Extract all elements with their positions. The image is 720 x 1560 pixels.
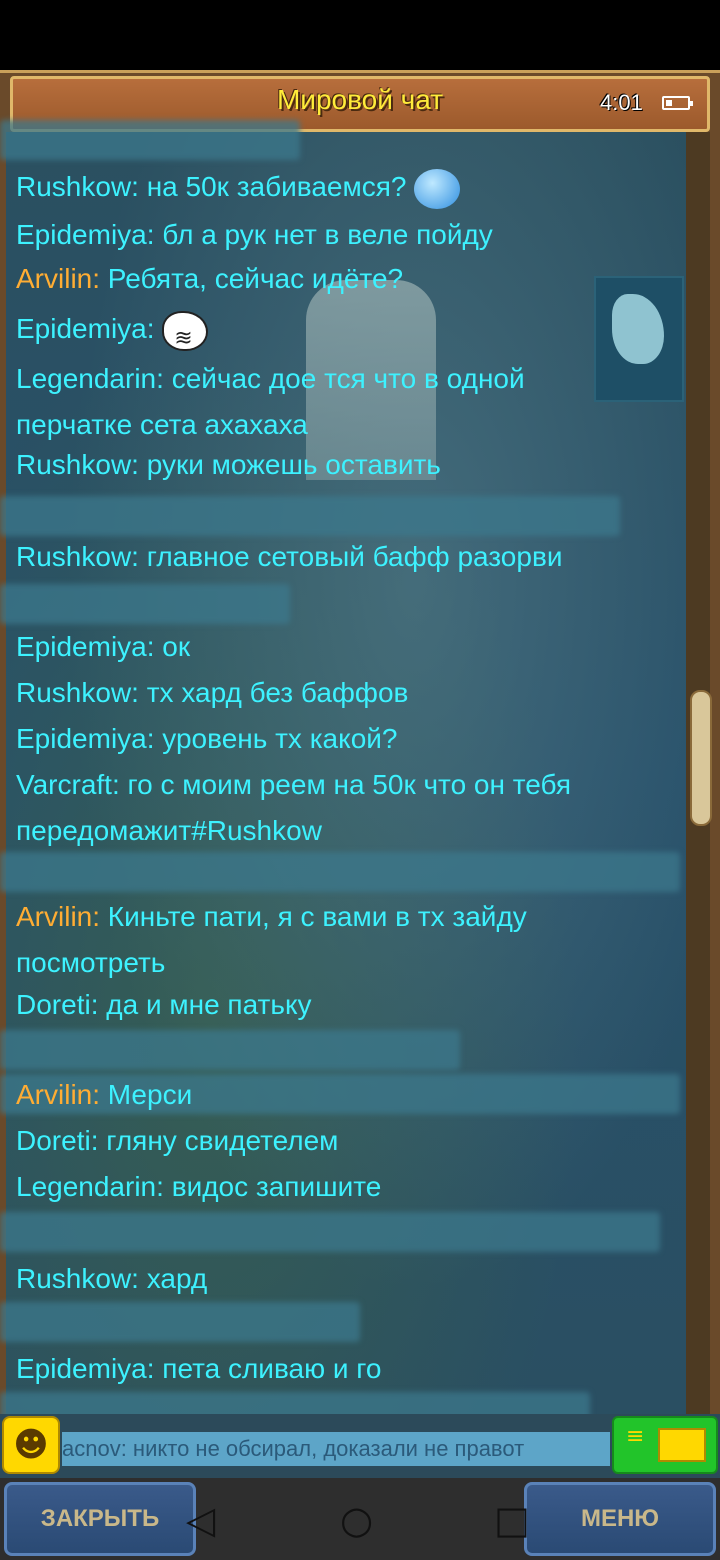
- chat-message[interactable]: Doreti: да и мне патьку: [16, 982, 616, 1028]
- chat-message[interactable]: Arvilin: Киньте пати, я с вами в тх зайд…: [16, 894, 616, 986]
- message-nick[interactable]: Rushkow:: [16, 677, 139, 708]
- chat-message[interactable]: Varcraft: го с моим реем на 50к что он т…: [16, 762, 616, 854]
- chat-message[interactable]: Doreti: гляну свидетелем: [16, 1118, 616, 1164]
- message-nick[interactable]: Arvilin:: [16, 263, 100, 294]
- blurred-line: [0, 584, 290, 624]
- chat-message[interactable]: Epidemiya:: [16, 306, 616, 361]
- message-text: уровень тх какой?: [162, 723, 398, 754]
- close-button[interactable]: ЗАКРЫТЬ: [4, 1482, 196, 1556]
- send-mail-button[interactable]: ≡: [612, 1416, 718, 1474]
- message-text: тх хард без баффов: [146, 677, 409, 708]
- message-text: руки можешь оставить: [146, 449, 441, 480]
- chat-message[interactable]: Rushkow: хард: [16, 1256, 616, 1302]
- chat-message[interactable]: Arvilin: Ребята, сейчас идёте?: [16, 256, 616, 302]
- chat-message[interactable]: Rushkow: на 50к забиваемся?: [16, 164, 616, 210]
- chat-input-field[interactable]: acnov: никто не обсирал, доказали не пра…: [62, 1432, 610, 1466]
- message-nick[interactable]: Legendarin:: [16, 1171, 164, 1202]
- chat-message[interactable]: Arvilin: Мерси: [16, 1072, 616, 1118]
- speed-lines-icon: ≡: [626, 1424, 645, 1449]
- blurred-line: [0, 852, 680, 892]
- message-text: на 50к забиваемся?: [146, 171, 407, 202]
- envelope-icon: [658, 1428, 706, 1462]
- menu-button[interactable]: МЕНЮ: [524, 1482, 716, 1556]
- smiley-emoji-button[interactable]: ☻: [2, 1416, 60, 1474]
- message-nick[interactable]: Rushkow:: [16, 171, 139, 202]
- scrollbar-thumb[interactable]: [690, 690, 712, 826]
- chat-message[interactable]: Legendarin: видос запишите: [16, 1164, 616, 1210]
- recent-apps-nav-icon[interactable]: □: [494, 1500, 530, 1540]
- message-nick[interactable]: Epidemiya:: [16, 1353, 155, 1384]
- message-text: пета сливаю и го: [162, 1353, 382, 1384]
- message-text: Мерси: [107, 1079, 193, 1110]
- message-text: хард: [146, 1263, 208, 1294]
- bubble-emoji-icon: [414, 168, 461, 209]
- message-text: бл а рук нет в веле пойду: [162, 219, 493, 250]
- chat-message[interactable]: Epidemiya: пета сливаю и го: [16, 1346, 616, 1392]
- message-nick[interactable]: Rushkow:: [16, 1263, 139, 1294]
- message-nick[interactable]: Rushkow:: [16, 449, 139, 480]
- status-clock: 4:01: [600, 90, 643, 115]
- message-nick[interactable]: Epidemiya:: [16, 723, 155, 754]
- chat-message[interactable]: Epidemiya: уровень тх какой?: [16, 716, 616, 762]
- message-nick[interactable]: Rushkow:: [16, 541, 139, 572]
- home-nav-icon[interactable]: ○: [340, 1500, 373, 1540]
- chat-message[interactable]: Legendarin: сейчас дое тся что в одной п…: [16, 356, 616, 448]
- blurred-line: [0, 496, 620, 536]
- chat-message[interactable]: Epidemiya: ок: [16, 624, 616, 670]
- message-text: да и мне патьку: [106, 989, 312, 1020]
- message-nick[interactable]: Epidemiya:: [16, 219, 155, 250]
- message-nick[interactable]: Arvilin:: [16, 1079, 100, 1110]
- message-text: ок: [162, 631, 191, 662]
- chat-message[interactable]: Rushkow: тх хард без баффов: [16, 670, 616, 716]
- blurred-line: [0, 1302, 360, 1342]
- message-nick[interactable]: Arvilin:: [16, 901, 100, 932]
- blurred-line: [0, 1212, 660, 1252]
- back-nav-icon[interactable]: ◁: [186, 1500, 215, 1540]
- troll-face-emoji-icon: [162, 310, 209, 361]
- chat-message[interactable]: Epidemiya: бл а рук нет в веле пойду: [16, 212, 616, 258]
- blurred-line: [0, 120, 300, 160]
- message-nick[interactable]: Legendarin:: [16, 363, 164, 394]
- message-text: главное сетовый бафф разорви: [146, 541, 563, 572]
- message-text: Ребята, сейчас идёте?: [107, 263, 404, 294]
- message-nick[interactable]: Varcraft:: [16, 769, 120, 800]
- message-text: видос запишите: [171, 1171, 382, 1202]
- message-nick[interactable]: Doreti:: [16, 1125, 98, 1156]
- message-text: гляну свидетелем: [106, 1125, 339, 1156]
- battery-icon: [662, 96, 693, 110]
- message-nick[interactable]: Epidemiya:: [16, 313, 155, 344]
- chat-message[interactable]: Rushkow: руки можешь оставить: [16, 442, 616, 488]
- blurred-line: [0, 1030, 460, 1070]
- message-nick[interactable]: Epidemiya:: [16, 631, 155, 662]
- chat-message[interactable]: Rushkow: главное сетовый бафф разорви: [16, 534, 616, 580]
- message-nick[interactable]: Doreti:: [16, 989, 98, 1020]
